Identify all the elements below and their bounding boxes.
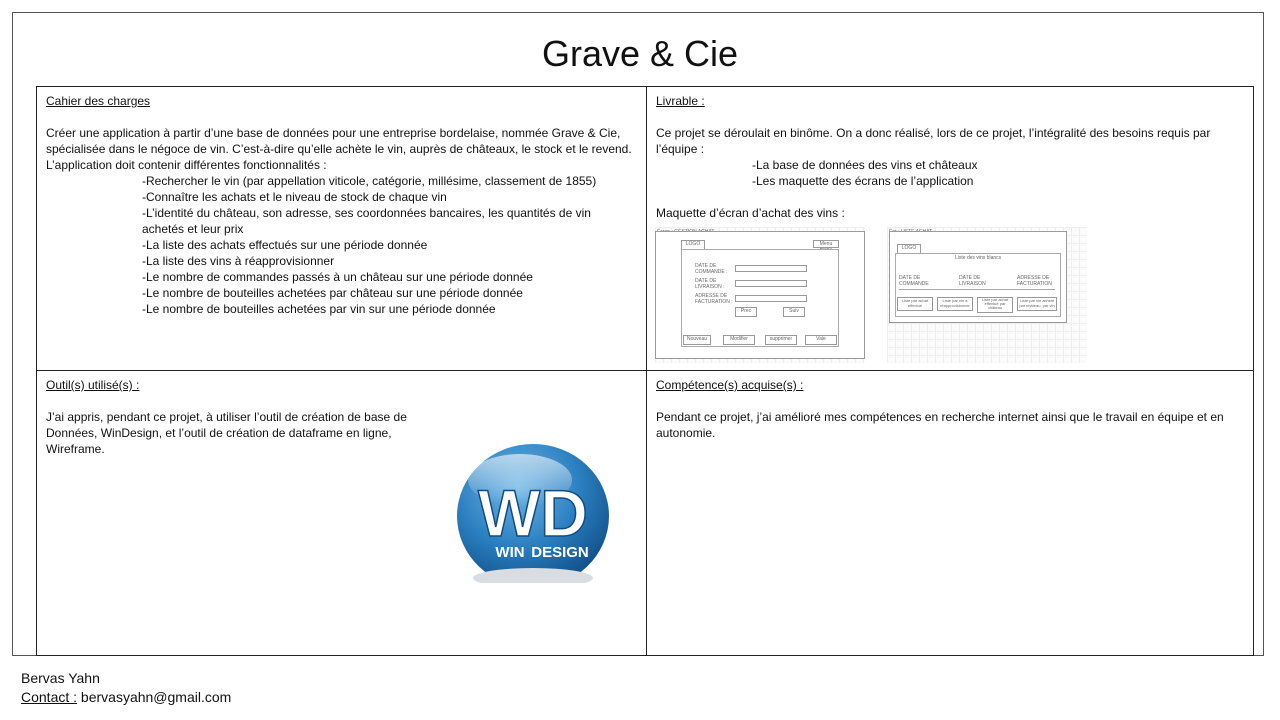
windesign-logo-word: WIN: [495, 544, 524, 561]
cahier-item: -L’identité du château, son adresse, ses…: [142, 206, 591, 220]
cahier-des-charges-cell: Cahier des charges Créer une application…: [37, 87, 646, 370]
outils-line: Données, WinDesign, et l’outil de créati…: [46, 426, 392, 440]
cahier-item: -Connaître les achats et le niveau de st…: [142, 190, 447, 204]
mockup-field-label: FACTURATION :: [695, 299, 733, 305]
competences-heading: Compétence(s) acquise(s) :: [656, 378, 804, 392]
cahier-intro-line: L’application doit contenir différentes …: [46, 158, 327, 172]
mockup-list-title: Liste des vins blancs: [955, 255, 1002, 261]
mockup-list-button: Liste par vin acheté par château, par vi…: [1017, 297, 1057, 311]
mockup-col-header: LIVRAISON: [959, 281, 986, 287]
mockup-input: [735, 295, 807, 302]
mockup-next-button: Suiv: [783, 307, 805, 317]
livrable-item: -Les maquette des écrans de l’applicatio…: [752, 174, 974, 188]
mockup-input: [735, 265, 807, 272]
windesign-logo-letters: WD: [478, 476, 588, 550]
content-grid: Cahier des charges Créer une application…: [36, 86, 1254, 656]
author-name: Bervas Yahn: [21, 670, 100, 686]
mockup-list-button: Liste par achat effectué par château: [977, 297, 1013, 313]
cahier-item: -La liste des vins à réapprovisionner: [142, 254, 335, 268]
maquette-label: Maquette d’écran d’achat des vins :: [656, 206, 845, 220]
mockup-list-button: Liste par achat effectué: [897, 297, 933, 311]
mockup-action-button: Vale: [805, 335, 837, 345]
mockup-field-label: COMMANDE :: [695, 269, 728, 275]
livrable-heading: Livrable :: [656, 94, 705, 108]
cahier-item: -Le nombre de bouteilles achetées par ch…: [142, 286, 523, 300]
mockup-gestion-achat: Écran : GESTION ACHAT LOGO Menu menu DAT…: [655, 227, 865, 363]
mockup-field-label: LIVRAISON :: [695, 284, 725, 290]
contact-label: Contact :: [21, 689, 78, 705]
competences-line: Pendant ce projet, j’ai amélioré mes com…: [656, 410, 1224, 424]
mockup-menu-button: Menu menu: [813, 240, 839, 253]
cahier-item: -Le nombre de bouteilles achetées par vi…: [142, 302, 496, 316]
competences-line: autonomie.: [656, 426, 716, 440]
livrable-intro-line: l’équipe :: [656, 142, 705, 156]
windesign-logo: WD WIN DESIGN: [450, 440, 616, 583]
livrable-intro-line: Ce projet se déroulait en binôme. On a d…: [656, 126, 1211, 140]
cahier-item: -Rechercher le vin (par appellation viti…: [142, 174, 597, 188]
cahier-item: -Le nombre de commandes passés à un chât…: [142, 270, 533, 284]
mockup-col-header: COMMANDE: [899, 281, 929, 287]
outils-line: J’ai appris, pendant ce projet, à utilis…: [46, 410, 407, 424]
mockup-action-button: supprimer: [765, 335, 797, 345]
cahier-item: -La liste des achats effectués sur une p…: [142, 238, 428, 252]
mockup-divider: [899, 289, 1055, 290]
contact-email[interactable]: bervasyahn@gmail.com: [77, 689, 231, 705]
outils-heading: Outil(s) utilisé(s) :: [46, 378, 140, 392]
mockup-action-button: Modifier: [723, 335, 755, 345]
page-title: Grave & Cie: [541, 33, 739, 74]
livrable-item: -La base de données des vins et châteaux: [752, 158, 978, 172]
cahier-intro-line: spécialisée dans le négoce de vin. C’est…: [46, 142, 632, 156]
mockup-liste-achat: Écr : LISTE ACHAT LOGO Liste des vins bl…: [887, 227, 1087, 363]
cahier-heading: Cahier des charges: [46, 94, 151, 108]
mockup-action-button: Nouveau: [683, 335, 711, 345]
livrable-cell: Livrable : Ce projet se déroulait en bin…: [647, 87, 1255, 370]
mockup-prev-button: Prec: [735, 307, 757, 317]
windesign-logo-icon: WD WIN DESIGN: [457, 444, 609, 583]
cahier-intro-line: Créer une application à partir d’une bas…: [46, 126, 621, 140]
mockup-list-button: Liste par vin à réapprovisionner: [937, 297, 973, 311]
mockup-input: [735, 280, 807, 287]
competences-cell: Compétence(s) acquise(s) : Pendant ce pr…: [647, 371, 1255, 656]
windesign-logo-word: DESIGN: [531, 544, 589, 561]
cahier-item: achetés et leur prix: [142, 222, 244, 236]
mockup-col-header: FACTURATION: [1017, 281, 1052, 287]
contact-line: Contact : bervasyahn@gmail.com: [21, 689, 231, 705]
